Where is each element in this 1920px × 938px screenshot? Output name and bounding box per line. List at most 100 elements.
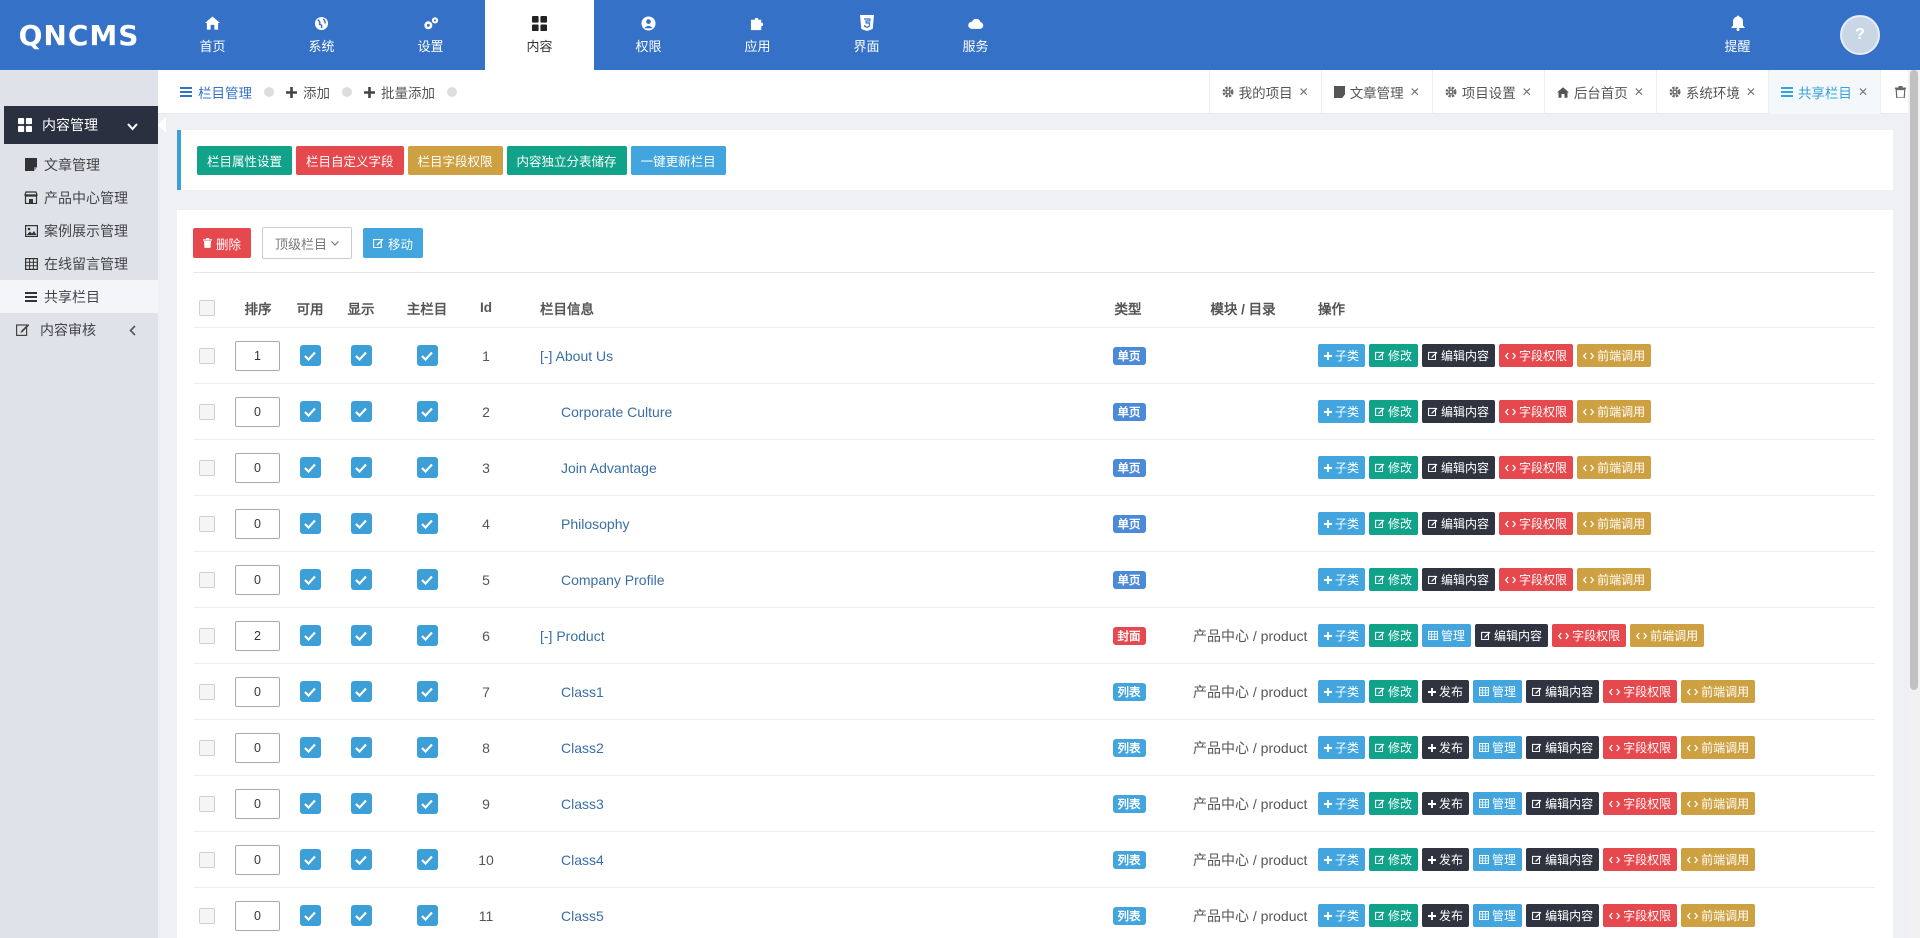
op-editc-button[interactable]: 编辑内容 [1475, 624, 1549, 647]
close-icon[interactable]: ✕ [1746, 85, 1756, 99]
sort-input[interactable]: 0 [235, 844, 280, 875]
op-manage-button[interactable]: 管理 [1473, 680, 1523, 703]
show-checkbox[interactable] [350, 832, 372, 887]
column-name-link[interactable]: Class3 [561, 776, 604, 831]
enabled-checkbox[interactable] [299, 776, 321, 831]
main-checkbox[interactable] [416, 664, 438, 719]
op-edit-button[interactable]: 修改 [1369, 344, 1419, 367]
nav-permission[interactable]: 权限 [594, 0, 703, 70]
crumb-batch-add[interactable]: 批量添加 [364, 82, 435, 102]
op-publish-button[interactable]: 发布 [1422, 680, 1470, 703]
main-checkbox[interactable] [416, 888, 438, 938]
op-sub-button[interactable]: 子类 [1318, 792, 1366, 815]
main-checkbox[interactable] [416, 720, 438, 775]
field-permissions-button[interactable]: 栏目字段权限 [407, 145, 503, 175]
main-checkbox[interactable] [416, 496, 438, 551]
enabled-checkbox[interactable] [299, 720, 321, 775]
op-field-button[interactable]: 字段权限 [1499, 456, 1574, 479]
enabled-checkbox[interactable] [299, 888, 321, 938]
op-publish-button[interactable]: 发布 [1422, 792, 1470, 815]
column-name-link[interactable]: Class1 [561, 664, 604, 719]
main-checkbox[interactable] [416, 328, 438, 383]
close-icon[interactable]: ✕ [1858, 85, 1868, 99]
show-checkbox[interactable] [350, 608, 372, 663]
show-checkbox[interactable] [350, 384, 372, 439]
op-field-button[interactable]: 字段权限 [1499, 400, 1574, 423]
nav-apps[interactable]: 应用 [703, 0, 812, 70]
row-select-checkbox[interactable] [199, 720, 215, 775]
op-manage-button[interactable]: 管理 [1473, 792, 1523, 815]
op-sub-button[interactable]: 子类 [1318, 736, 1366, 759]
op-editc-button[interactable]: 编辑内容 [1526, 792, 1600, 815]
op-front-button[interactable]: 前端调用 [1577, 400, 1652, 423]
op-editc-button[interactable]: 编辑内容 [1422, 400, 1496, 423]
op-editc-button[interactable]: 编辑内容 [1422, 344, 1496, 367]
row-select-checkbox[interactable] [199, 888, 215, 938]
op-publish-button[interactable]: 发布 [1422, 904, 1470, 927]
select-all-checkbox[interactable] [199, 288, 215, 327]
tab-shared-columns[interactable]: 共享栏目 ✕ [1767, 70, 1880, 114]
op-publish-button[interactable]: 发布 [1422, 736, 1470, 759]
op-field-button[interactable]: 字段权限 [1603, 792, 1678, 815]
sort-input[interactable]: 0 [235, 676, 280, 707]
op-manage-button[interactable]: 管理 [1473, 904, 1523, 927]
op-front-button[interactable]: 前端调用 [1630, 624, 1705, 647]
enabled-checkbox[interactable] [299, 832, 321, 887]
row-select-checkbox[interactable] [199, 664, 215, 719]
crumb-column-manage[interactable]: 栏目管理 [180, 82, 252, 102]
main-checkbox[interactable] [416, 384, 438, 439]
sort-input[interactable]: 0 [235, 508, 280, 539]
op-editc-button[interactable]: 编辑内容 [1526, 680, 1600, 703]
nav-service[interactable]: 服务 [921, 0, 1030, 70]
sidebar-item-shared[interactable]: 共享栏目 [0, 280, 158, 313]
op-sub-button[interactable]: 子类 [1318, 400, 1366, 423]
nav-system[interactable]: 系统 [267, 0, 376, 70]
op-field-button[interactable]: 字段权限 [1552, 624, 1627, 647]
op-field-button[interactable]: 字段权限 [1499, 568, 1574, 591]
show-checkbox[interactable] [350, 776, 372, 831]
op-sub-button[interactable]: 子类 [1318, 568, 1366, 591]
nav-home[interactable]: 首页 [158, 0, 267, 70]
sort-input[interactable]: 0 [235, 788, 280, 819]
column-attributes-button[interactable]: 栏目属性设置 [197, 145, 293, 175]
op-front-button[interactable]: 前端调用 [1681, 792, 1756, 815]
op-edit-button[interactable]: 修改 [1369, 848, 1419, 871]
sort-input[interactable]: 0 [235, 452, 280, 483]
show-checkbox[interactable] [350, 496, 372, 551]
sort-input[interactable]: 0 [235, 396, 280, 427]
op-front-button[interactable]: 前端调用 [1577, 512, 1652, 535]
op-editc-button[interactable]: 编辑内容 [1526, 848, 1600, 871]
show-checkbox[interactable] [350, 328, 372, 383]
update-columns-button[interactable]: 一键更新栏目 [630, 145, 726, 175]
op-editc-button[interactable]: 编辑内容 [1422, 568, 1496, 591]
tab-system-env[interactable]: 系统环境 ✕ [1655, 70, 1768, 114]
op-edit-button[interactable]: 修改 [1369, 456, 1419, 479]
op-sub-button[interactable]: 子类 [1318, 512, 1366, 535]
op-field-button[interactable]: 字段权限 [1603, 736, 1678, 759]
column-name-link[interactable]: Philosophy [561, 496, 630, 551]
op-edit-button[interactable]: 修改 [1369, 792, 1419, 815]
enabled-checkbox[interactable] [299, 608, 321, 663]
sort-input[interactable]: 0 [235, 900, 280, 931]
tab-articles[interactable]: 文章管理 ✕ [1320, 70, 1432, 114]
main-checkbox[interactable] [416, 776, 438, 831]
separate-storage-button[interactable]: 内容独立分表储存 [506, 145, 627, 175]
op-front-button[interactable]: 前端调用 [1577, 344, 1652, 367]
sort-input[interactable]: 1 [235, 340, 280, 371]
column-name-link[interactable]: Join Advantage [561, 440, 657, 495]
op-front-button[interactable]: 前端调用 [1681, 904, 1756, 927]
row-select-checkbox[interactable] [199, 384, 215, 439]
op-editc-button[interactable]: 编辑内容 [1422, 456, 1496, 479]
op-edit-button[interactable]: 修改 [1369, 568, 1419, 591]
column-name-link[interactable]: [-] Product [540, 608, 605, 663]
main-checkbox[interactable] [416, 440, 438, 495]
column-name-link[interactable]: Class5 [561, 888, 604, 938]
tab-project-settings[interactable]: 项目设置 ✕ [1431, 70, 1544, 114]
op-edit-button[interactable]: 修改 [1369, 512, 1419, 535]
tab-admin-home[interactable]: 后台首页 ✕ [1543, 70, 1656, 114]
row-select-checkbox[interactable] [199, 328, 215, 383]
show-checkbox[interactable] [350, 440, 372, 495]
op-editc-button[interactable]: 编辑内容 [1422, 512, 1496, 535]
op-sub-button[interactable]: 子类 [1318, 344, 1366, 367]
show-checkbox[interactable] [350, 552, 372, 607]
